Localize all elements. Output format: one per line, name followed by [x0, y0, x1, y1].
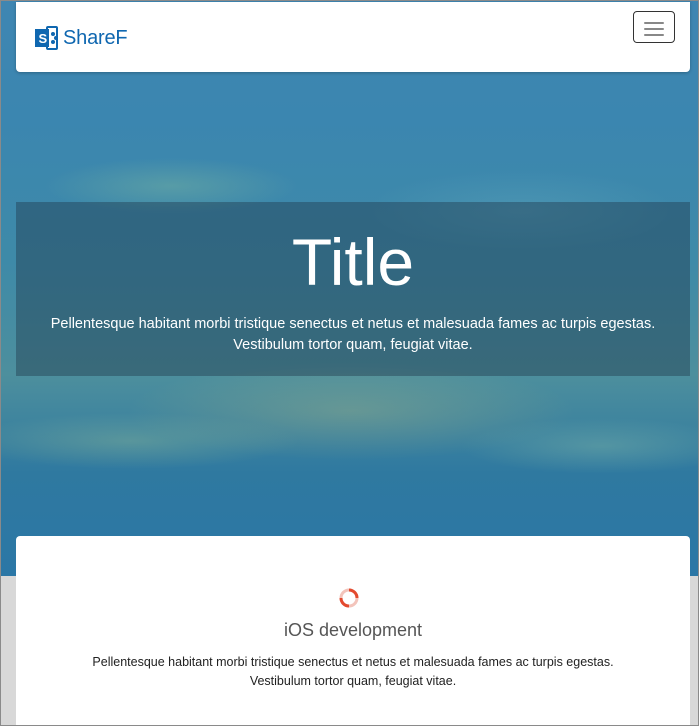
loading-spinner-icon: [339, 588, 359, 608]
hamburger-line: [644, 34, 664, 36]
svg-text:S: S: [39, 31, 48, 46]
hero-description-line-1: Pellentesque habitant morbi tristique se…: [50, 316, 656, 332]
brand-link[interactable]: S ShareF: [35, 24, 127, 52]
menu-toggle-button[interactable]: [633, 11, 675, 43]
browser-viewport: S ShareF Title Pellentesque habitant mor…: [0, 0, 699, 726]
feature-description: Pellentesque habitant morbi tristique se…: [16, 653, 690, 691]
hamburger-line: [644, 28, 664, 30]
feature-title: iOS development: [283, 620, 423, 640]
sharepoint-logo-icon: S: [35, 26, 58, 50]
feature-description-line-2: Vestibulum tortor quam, feugiat vitae.: [249, 674, 457, 688]
hero-description: Pellentesque habitant morbi tristique se…: [16, 314, 690, 356]
hero-description-line-2: Vestibulum tortor quam, feugiat vitae.: [233, 337, 473, 353]
navbar: S ShareF: [16, 2, 690, 72]
feature-description-line-1: Pellentesque habitant morbi tristique se…: [92, 655, 614, 669]
feature-card: iOS development Pellentesque habitant mo…: [16, 536, 690, 725]
hero-banner: Title Pellentesque habitant morbi tristi…: [16, 202, 690, 376]
hero-title: Title: [291, 225, 415, 299]
hamburger-line: [644, 22, 664, 24]
brand-name: ShareF: [63, 26, 128, 49]
